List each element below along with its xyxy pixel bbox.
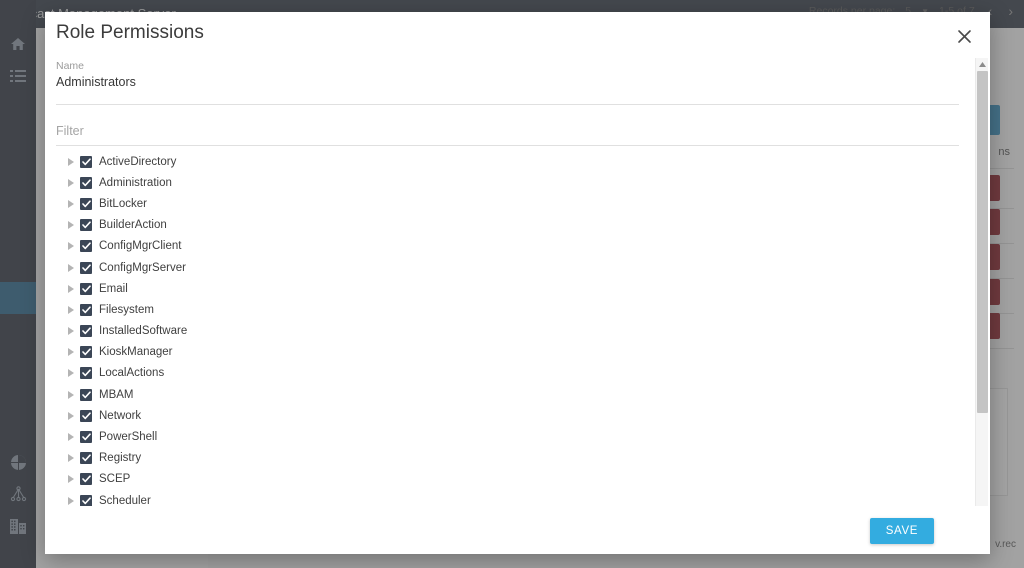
permission-label: LocalActions: [99, 367, 165, 380]
permission-label: Administration: [99, 176, 172, 189]
expand-arrow-icon[interactable]: [64, 261, 78, 275]
screen: Recast Management Server Records per pag…: [0, 0, 1024, 568]
expand-arrow-icon[interactable]: [64, 388, 78, 402]
permission-label: ConfigMgrClient: [99, 240, 182, 253]
name-field-value[interactable]: Administrators: [56, 73, 956, 91]
expand-arrow-icon[interactable]: [64, 303, 78, 317]
permission-checkbox[interactable]: [80, 494, 92, 507]
scroll-up-icon[interactable]: [976, 58, 988, 71]
close-button[interactable]: [952, 24, 976, 48]
permission-label: ConfigMgrServer: [99, 261, 186, 274]
permission-node[interactable]: Registry: [56, 448, 971, 469]
name-field: Name Administrators: [56, 60, 956, 91]
permission-node[interactable]: LocalActions: [56, 363, 971, 384]
permission-checkbox[interactable]: [80, 176, 92, 189]
permissions-tree: ActiveDirectory Administration BitLocker Bu…: [56, 151, 971, 514]
expand-arrow-icon[interactable]: [64, 345, 78, 359]
permission-checkbox[interactable]: [80, 240, 92, 253]
permission-checkbox[interactable]: [80, 367, 92, 380]
permission-label: PowerShell: [99, 431, 158, 444]
permission-label: ActiveDirectory: [99, 155, 177, 168]
permission-label: BuilderAction: [99, 219, 167, 232]
permission-checkbox[interactable]: [80, 219, 92, 232]
permission-checkbox[interactable]: [80, 325, 92, 338]
expand-arrow-icon[interactable]: [64, 218, 78, 232]
permission-label: KioskManager: [99, 346, 173, 359]
expand-arrow-icon[interactable]: [64, 176, 78, 190]
permission-node[interactable]: BitLocker: [56, 193, 971, 214]
permission-node[interactable]: Network: [56, 405, 971, 426]
permission-checkbox[interactable]: [80, 388, 92, 401]
permission-label: BitLocker: [99, 197, 147, 210]
role-permissions-dialog: Role Permissions Name Administrators Act…: [45, 12, 990, 554]
permission-node[interactable]: InstalledSoftware: [56, 321, 971, 342]
expand-arrow-icon[interactable]: [64, 472, 78, 486]
permission-node[interactable]: BuilderAction: [56, 215, 971, 236]
scrollbar-thumb[interactable]: [977, 71, 988, 413]
permission-node[interactable]: Filesystem: [56, 299, 971, 320]
scrollbar-track[interactable]: [976, 71, 989, 511]
permission-checkbox[interactable]: [80, 346, 92, 359]
permission-node[interactable]: Email: [56, 278, 971, 299]
permission-label: Network: [99, 409, 142, 422]
permission-checkbox[interactable]: [80, 282, 92, 295]
permission-node[interactable]: KioskManager: [56, 342, 971, 363]
permission-checkbox[interactable]: [80, 155, 92, 168]
permission-label: Registry: [99, 452, 142, 465]
permission-node[interactable]: ConfigMgrClient: [56, 236, 971, 257]
expand-arrow-icon[interactable]: [64, 451, 78, 465]
permission-node[interactable]: ConfigMgrServer: [56, 257, 971, 278]
permission-checkbox[interactable]: [80, 303, 92, 316]
permission-checkbox[interactable]: [80, 452, 92, 465]
permission-node[interactable]: PowerShell: [56, 426, 971, 447]
expand-arrow-icon[interactable]: [64, 197, 78, 211]
save-button[interactable]: SAVE: [869, 518, 934, 544]
permission-checkbox[interactable]: [80, 261, 92, 274]
permission-checkbox[interactable]: [80, 431, 92, 444]
permission-checkbox[interactable]: [80, 409, 92, 422]
dialog-scrollbar[interactable]: [975, 58, 988, 524]
permission-checkbox[interactable]: [80, 197, 92, 210]
expand-arrow-icon[interactable]: [64, 409, 78, 423]
dialog-title: Role Permissions: [56, 22, 204, 43]
permission-node[interactable]: MBAM: [56, 384, 971, 405]
name-field-underline: [56, 104, 959, 105]
permission-checkbox[interactable]: [80, 473, 92, 486]
filter-row: [56, 116, 959, 146]
expand-arrow-icon[interactable]: [64, 430, 78, 444]
permission-node[interactable]: SCEP: [56, 469, 971, 490]
permission-label: Scheduler: [99, 494, 151, 507]
expand-arrow-icon[interactable]: [64, 155, 78, 169]
permission-label: Email: [99, 282, 128, 295]
expand-arrow-icon[interactable]: [64, 366, 78, 380]
permission-label: MBAM: [99, 388, 134, 401]
expand-arrow-icon[interactable]: [64, 282, 78, 296]
permission-label: InstalledSoftware: [99, 325, 188, 338]
expand-arrow-icon[interactable]: [64, 239, 78, 253]
filter-input[interactable]: [56, 116, 959, 146]
permission-label: Filesystem: [99, 303, 154, 316]
name-field-label: Name: [56, 60, 85, 72]
permission-label: SCEP: [99, 473, 131, 486]
permission-node[interactable]: Administration: [56, 172, 971, 193]
permission-node[interactable]: ActiveDirectory: [56, 151, 971, 172]
dialog-footer: SAVE: [45, 506, 990, 554]
filter-underline: [56, 145, 959, 146]
expand-arrow-icon[interactable]: [64, 324, 78, 338]
close-icon: [957, 29, 972, 44]
